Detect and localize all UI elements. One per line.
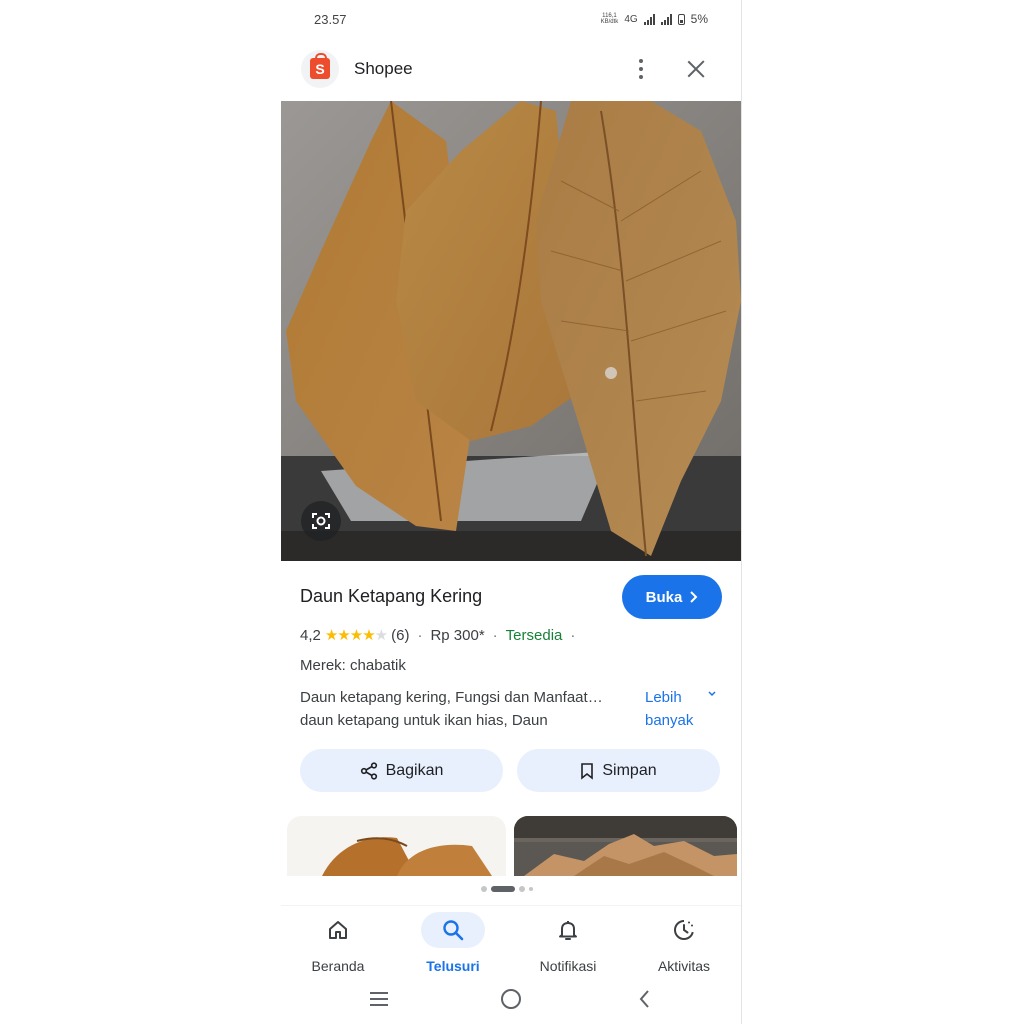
pager-dot [529, 887, 533, 891]
rating-value: 4,2 [300, 626, 321, 644]
related-image-2[interactable] [514, 816, 737, 876]
pager-dot [519, 886, 525, 892]
recent-apps-icon[interactable] [368, 988, 390, 1010]
site-name: Shopee [354, 59, 413, 78]
screen-edge [741, 0, 742, 1024]
system-navigation-bar [281, 985, 741, 1015]
nav-item-notifications[interactable]: Notifikasi [518, 912, 618, 974]
description-line: daun ketapang untuk ikan hias, Daun [300, 712, 548, 729]
signal-icon [643, 13, 655, 25]
product-title: Daun Ketapang Kering [300, 586, 483, 606]
dried-leaves-photo [281, 101, 741, 561]
nav-item-home[interactable]: Beranda [288, 912, 388, 974]
home-system-icon[interactable] [500, 988, 522, 1010]
back-icon[interactable] [634, 988, 656, 1010]
more-options-icon[interactable] [631, 55, 651, 85]
show-more-label-1: Lebih [645, 689, 682, 706]
battery-icon [677, 13, 685, 25]
logo-bag: S [310, 58, 330, 79]
price: Rp 300* [430, 626, 485, 644]
bell-icon [559, 921, 577, 940]
network-type: 4G [624, 13, 638, 25]
save-button[interactable]: Simpan [517, 749, 720, 792]
nav-label-search: Telusuri [426, 958, 480, 974]
save-label: Simpan [602, 761, 657, 779]
rating-stars: ★★★★★ [324, 627, 388, 644]
status-indicators: 116,1 KB/dtk 4G 5% [601, 12, 708, 26]
nav-label-home: Beranda [311, 958, 365, 974]
app-header: S Shopee [281, 45, 741, 95]
availability: Tersedia [505, 626, 563, 644]
show-more-link[interactable]: Lebih banyak [645, 686, 693, 732]
review-count: (6) [391, 626, 410, 644]
leaf-thumbnail [514, 816, 737, 876]
open-button[interactable]: Buka [622, 575, 722, 619]
search-icon [443, 920, 464, 941]
show-more-label-2: banyak [645, 712, 694, 729]
nav-item-search[interactable]: Telusuri [403, 912, 503, 974]
share-icon [360, 761, 377, 780]
history-icon-container [652, 912, 716, 948]
description-line: Daun ketapang kering, Fungsi dan Manfaat… [300, 689, 603, 706]
bottom-navigation: Beranda Telusuri Notifikasi Aktivitas [281, 905, 741, 984]
open-button-label: Buka [645, 588, 683, 606]
separator-dot: · [570, 626, 576, 644]
lens-icon [312, 513, 330, 529]
google-lens-button[interactable] [301, 501, 341, 541]
phone-screen: 23.57 116,1 KB/dtk 4G 5% S Shopee Daun K… [281, 0, 741, 1024]
pager-dot-active [491, 886, 515, 892]
chevron-down-icon[interactable] [708, 690, 716, 698]
share-button[interactable]: Bagikan [300, 749, 503, 792]
chevron-right-icon [690, 591, 698, 603]
bell-icon-container [536, 912, 600, 948]
nav-item-activity[interactable]: Aktivitas [634, 912, 734, 974]
search-icon-container [421, 912, 485, 948]
home-icon-container [306, 912, 370, 948]
battery-level: 5% [690, 12, 708, 26]
status-time: 23.57 [314, 12, 347, 27]
related-image-1[interactable] [287, 816, 506, 876]
leaf-thumbnail [322, 837, 492, 876]
nav-label-notifications: Notifikasi [539, 958, 597, 974]
home-icon [329, 921, 347, 939]
separator-dot: · [492, 626, 498, 644]
shopee-logo: S [301, 50, 339, 88]
network-speed-unit: KB/dtk [600, 19, 619, 25]
share-label: Bagikan [385, 761, 444, 779]
status-bar: 23.57 116,1 KB/dtk 4G 5% [281, 0, 741, 40]
separator-dot: · [417, 626, 423, 644]
signal-icon-2 [660, 13, 672, 25]
product-description: Daun ketapang kering, Fungsi dan Manfaat… [300, 686, 635, 732]
pager-dot [481, 886, 487, 892]
close-icon[interactable] [683, 56, 709, 82]
image-pager [481, 886, 533, 892]
product-brand: Merek: chabatik [300, 657, 406, 674]
product-meta: 4,2 ★★★★★ (6) · Rp 300* · Tersedia · [300, 626, 583, 645]
network-speed: 116,1 KB/dtk [601, 13, 619, 25]
product-image[interactable] [281, 101, 741, 561]
bookmark-icon [581, 762, 594, 780]
history-icon [674, 920, 694, 940]
nav-label-activity: Aktivitas [657, 958, 711, 974]
